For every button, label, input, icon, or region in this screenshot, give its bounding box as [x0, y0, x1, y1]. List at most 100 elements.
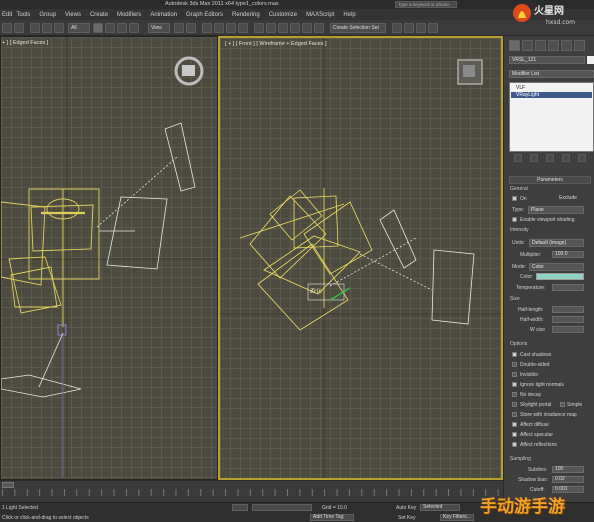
named-selection-dropdown[interactable]: Create Selection Set: [330, 23, 386, 33]
subdivs-label: Subdivs:: [528, 467, 548, 473]
show-end-result-icon[interactable]: [530, 154, 538, 162]
menu-group[interactable]: Group: [39, 12, 56, 18]
remove-modifier-icon[interactable]: [562, 154, 570, 162]
layer-manager-icon[interactable]: [290, 23, 300, 33]
reference-coord-dropdown[interactable]: View: [148, 23, 170, 33]
object-name-field[interactable]: VRSL_121: [509, 56, 585, 64]
no-decay-checkbox[interactable]: [512, 392, 517, 397]
half-length-spinner[interactable]: [552, 306, 584, 313]
object-color-swatch[interactable]: [587, 56, 594, 64]
mode-dropdown[interactable]: Color: [529, 263, 584, 271]
menu-tools[interactable]: Tools: [16, 12, 30, 18]
type-dropdown[interactable]: Plane: [528, 206, 584, 214]
affect-reflections-checkbox[interactable]: [512, 442, 517, 447]
select-by-name-icon[interactable]: [105, 23, 115, 33]
add-time-tag-button[interactable]: Add Time Tag: [310, 514, 354, 521]
display-tab-icon[interactable]: [561, 40, 572, 51]
render-setup-icon[interactable]: [404, 23, 414, 33]
menu-help[interactable]: Help: [343, 12, 355, 18]
front-viewport[interactable]: [ + ] [ Front ] [ Wireframe + Edged Face…: [218, 36, 503, 480]
spinner-snap-icon[interactable]: [238, 23, 248, 33]
angle-snap-icon[interactable]: [214, 23, 224, 33]
create-tab-icon[interactable]: [509, 40, 520, 51]
set-key-button[interactable]: Set Key: [398, 515, 416, 521]
double-sided-checkbox[interactable]: [512, 362, 517, 367]
manipulate-icon[interactable]: [186, 23, 196, 33]
menu-rendering[interactable]: Rendering: [232, 12, 260, 18]
temperature-spinner[interactable]: [552, 284, 584, 291]
selection-region-icon[interactable]: [117, 23, 127, 33]
align-icon[interactable]: [278, 23, 288, 33]
link-icon[interactable]: [30, 23, 40, 33]
mirror-icon[interactable]: [266, 23, 276, 33]
pivot-icon[interactable]: [174, 23, 184, 33]
color-swatch[interactable]: [536, 273, 584, 280]
exclude-button[interactable]: Exclude: [548, 195, 588, 202]
window-crossing-icon[interactable]: [129, 23, 139, 33]
unlink-icon[interactable]: [42, 23, 52, 33]
motion-tab-icon[interactable]: [548, 40, 559, 51]
time-slider[interactable]: [2, 482, 14, 488]
select-object-icon[interactable]: [93, 23, 103, 33]
cast-shadows-checkbox[interactable]: [512, 352, 517, 357]
logo-icon: 火星网 hxsd.com: [513, 4, 575, 26]
affect-specular-checkbox[interactable]: [512, 432, 517, 437]
utilities-tab-icon[interactable]: [574, 40, 585, 51]
graphite-icon[interactable]: [302, 23, 312, 33]
on-checkbox[interactable]: [512, 196, 517, 201]
units-dropdown[interactable]: Default (image): [529, 239, 584, 247]
undo-icon[interactable]: [2, 23, 12, 33]
rendered-frame-icon[interactable]: [416, 23, 426, 33]
redo-icon[interactable]: [14, 23, 24, 33]
hierarchy-tab-icon[interactable]: [535, 40, 546, 51]
subdivs-spinner[interactable]: 100: [552, 466, 584, 473]
menu-views[interactable]: Views: [65, 12, 81, 18]
multiplier-label: Multiplier:: [520, 252, 542, 258]
menu-modifiers[interactable]: Modifiers: [117, 12, 141, 18]
viewport-shading-checkbox[interactable]: [512, 217, 517, 222]
parameters-rollout[interactable]: Parameters: [509, 176, 591, 184]
material-editor-icon[interactable]: [392, 23, 402, 33]
stack-item-vlf[interactable]: VLF: [510, 83, 593, 91]
stack-item-vraylight[interactable]: VRayLight: [511, 92, 592, 98]
x-coordinate-field[interactable]: [252, 504, 312, 511]
left-viewport[interactable]: + ] [ Edged Faces ]: [0, 36, 218, 480]
key-filters-button[interactable]: Key Filters...: [440, 514, 474, 521]
modifier-list-dropdown[interactable]: Modifier List: [509, 70, 594, 78]
w-size-spinner[interactable]: [552, 326, 584, 333]
timeline[interactable]: [0, 480, 503, 502]
selection-filter-dropdown[interactable]: All: [68, 23, 90, 33]
ignore-light-normals-checkbox[interactable]: [512, 382, 517, 387]
make-unique-icon[interactable]: [546, 154, 554, 162]
modify-tab-icon[interactable]: [522, 40, 533, 51]
affect-diffuse-checkbox[interactable]: [512, 422, 517, 427]
frame-ruler[interactable]: [2, 489, 500, 496]
auto-key-button[interactable]: Auto Key: [396, 505, 416, 511]
half-width-spinner[interactable]: [552, 316, 584, 323]
curve-editor-icon[interactable]: [314, 23, 324, 33]
key-mode-dropdown[interactable]: Selected: [420, 504, 460, 511]
configure-sets-icon[interactable]: [578, 154, 586, 162]
simple-checkbox[interactable]: [560, 402, 565, 407]
snap-icon[interactable]: [202, 23, 212, 33]
render-production-icon[interactable]: [428, 23, 438, 33]
lock-selection-icon[interactable]: [232, 504, 248, 511]
menu-create[interactable]: Create: [90, 12, 108, 18]
skylight-portal-checkbox[interactable]: [512, 402, 517, 407]
menu-edit[interactable]: Edit: [2, 12, 12, 18]
search-input[interactable]: Type a keyword or phrase: [395, 1, 457, 8]
modifier-stack[interactable]: VLF VRayLight: [509, 82, 594, 152]
shadow-bias-spinner[interactable]: 0.02: [552, 476, 584, 483]
menu-animation[interactable]: Animation: [150, 12, 177, 18]
menu-maxscript[interactable]: MAXScript: [306, 12, 334, 18]
edit-named-selections-icon[interactable]: [254, 23, 264, 33]
pin-stack-icon[interactable]: [514, 154, 522, 162]
bind-icon[interactable]: [54, 23, 64, 33]
percent-snap-icon[interactable]: [226, 23, 236, 33]
no-decay-label: No decay: [520, 392, 542, 398]
multiplier-spinner[interactable]: 100.0: [552, 251, 584, 258]
invisible-checkbox[interactable]: [512, 372, 517, 377]
menu-graph-editors[interactable]: Graph Editors: [186, 12, 223, 18]
store-irradiance-checkbox[interactable]: [512, 412, 517, 417]
menu-customize[interactable]: Customize: [269, 12, 297, 18]
